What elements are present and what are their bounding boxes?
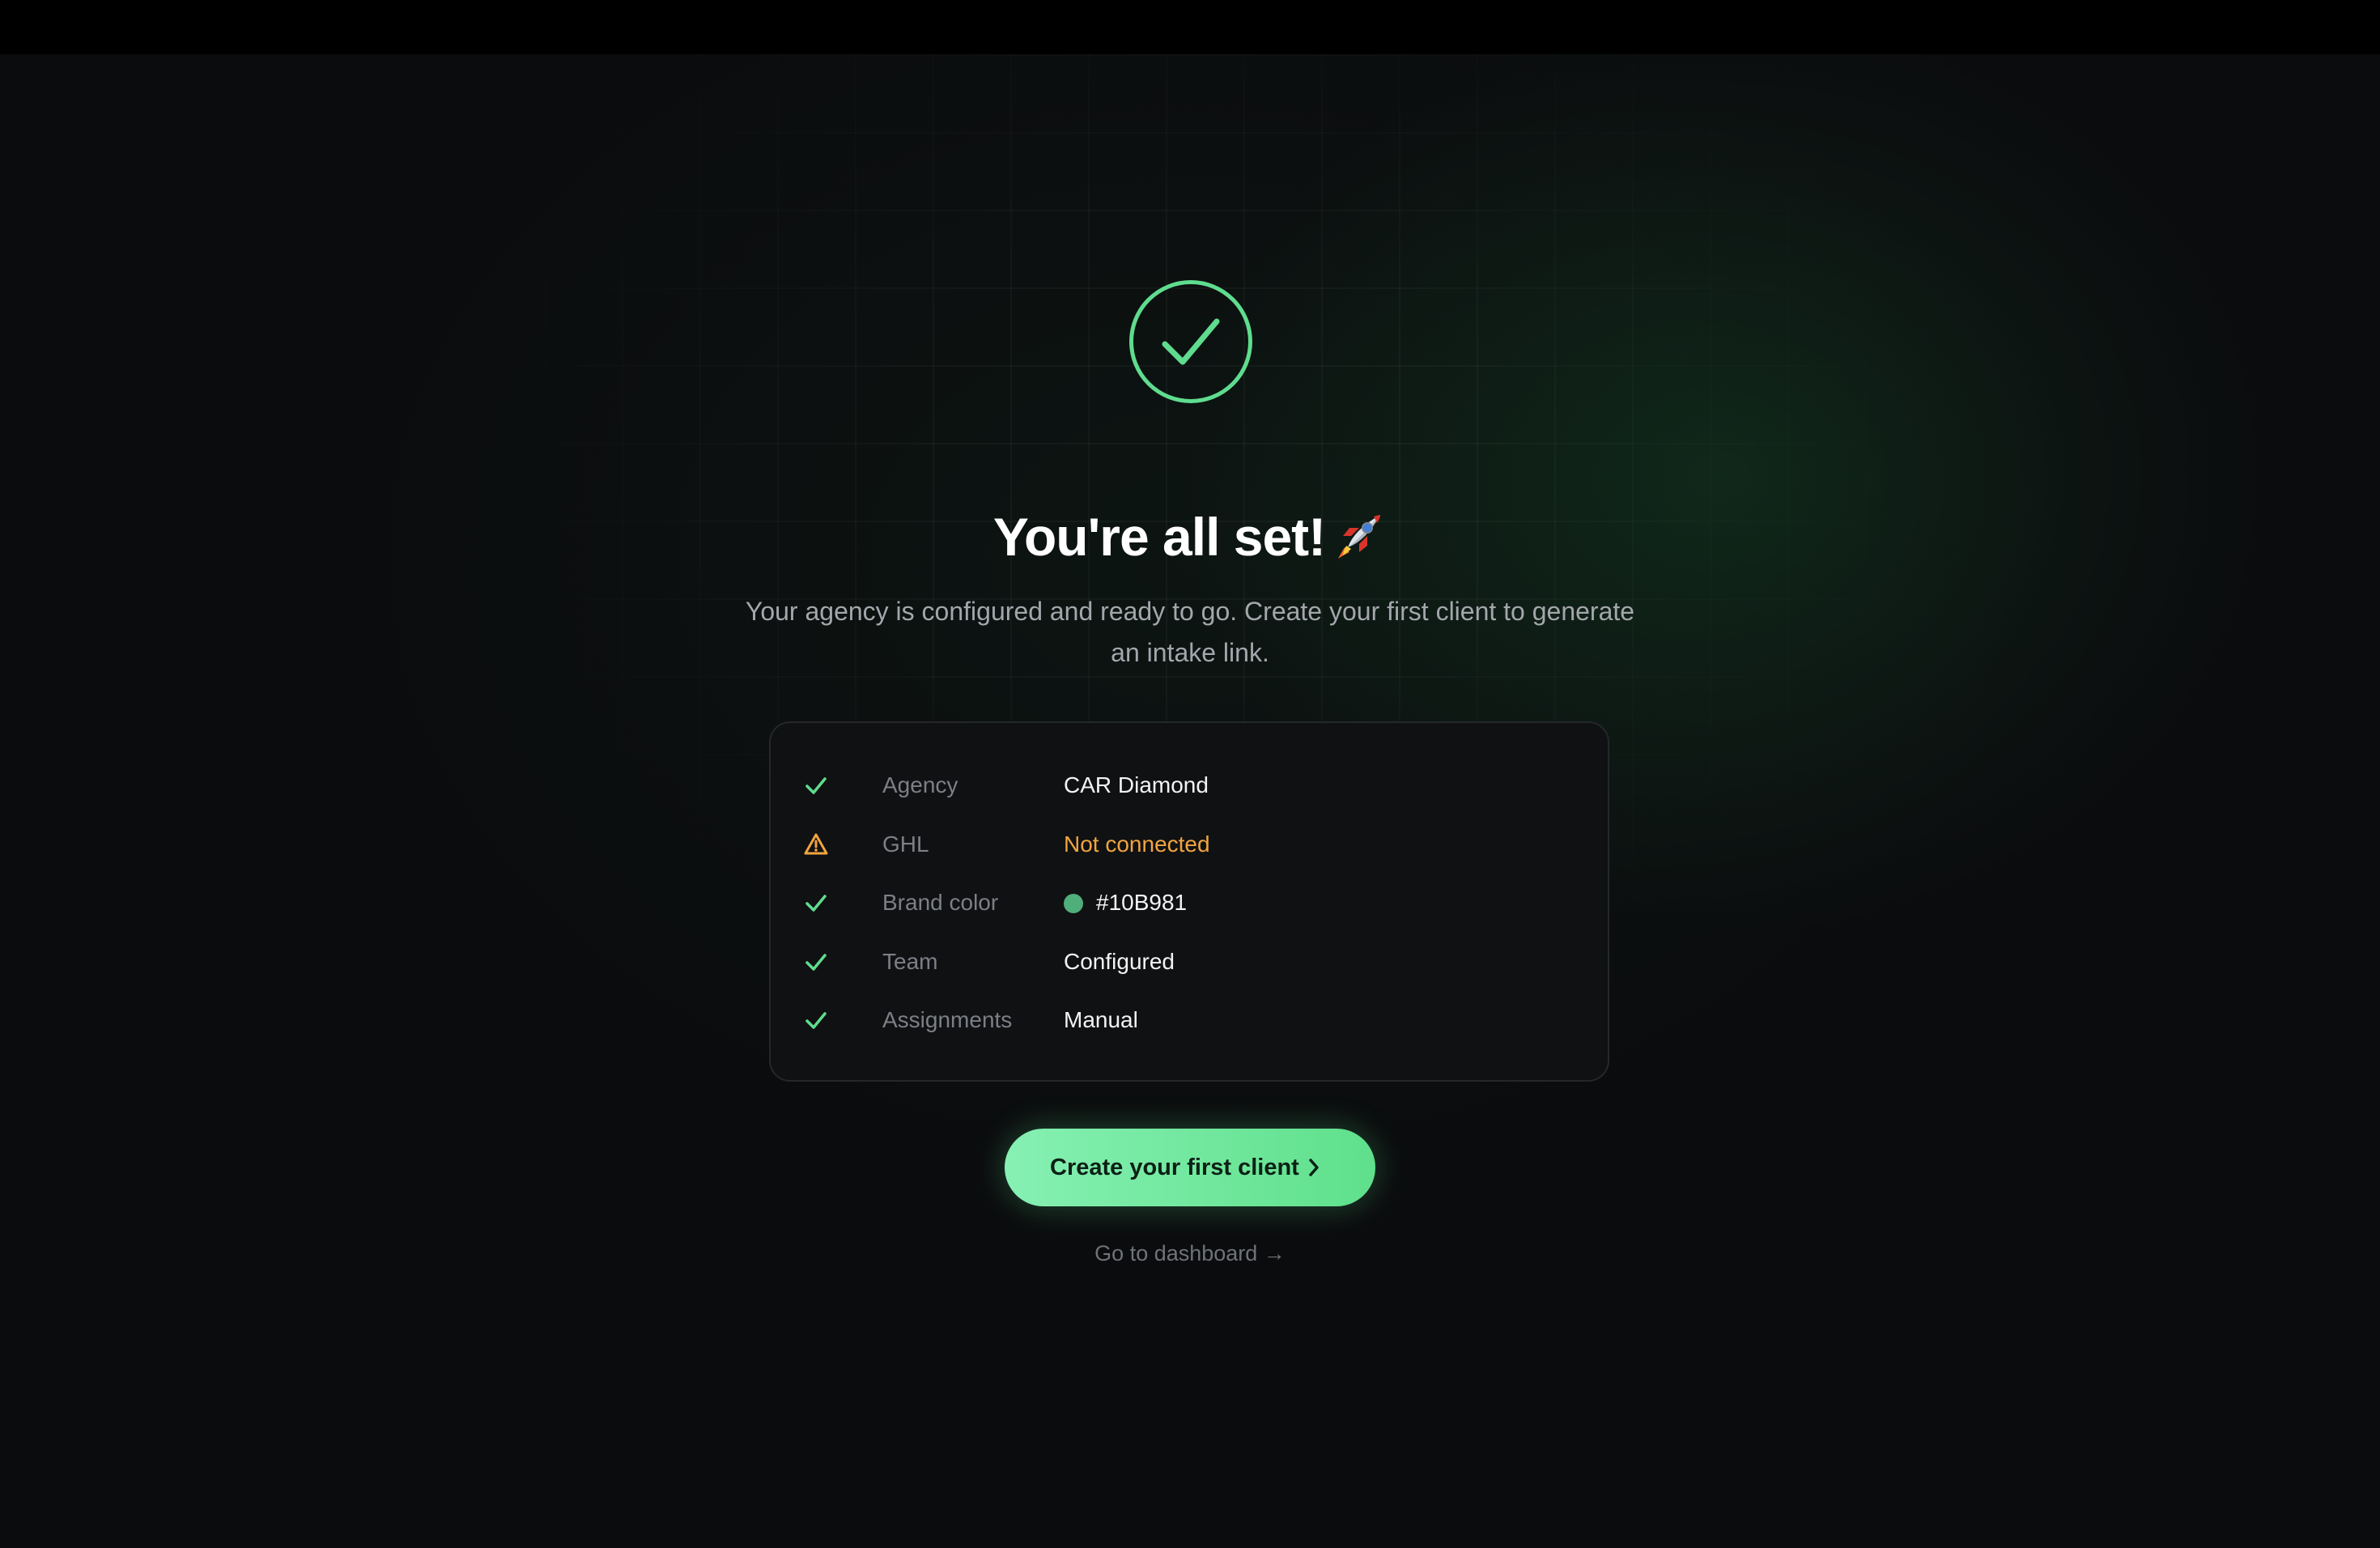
summary-row-team: Team Configured (803, 946, 1580, 978)
summary-value-warning: Not connected (1064, 831, 1210, 857)
check-icon (805, 954, 827, 971)
summary-label: Brand color (882, 890, 999, 915)
page-title: You're all set! (0, 500, 2380, 573)
check-icon (805, 1012, 827, 1029)
go-to-dashboard-link[interactable]: Go to dashboard → (0, 1237, 2380, 1269)
summary-row-ghl: GHL Not connected (803, 828, 1580, 861)
page-subtitle: Your agency is configured and ready to g… (745, 597, 1635, 667)
warning-triangle-icon (804, 833, 828, 855)
summary-label: Assignments (882, 1007, 1013, 1032)
check-circle-icon (1129, 280, 1252, 403)
summary-row-agency: Agency CAR Diamond (803, 769, 1580, 802)
check-icon (805, 895, 827, 912)
summary-row-assignments: Assignments Manual (803, 1004, 1580, 1036)
summary-row-brand-color: Brand color #10B981 (803, 887, 1580, 919)
create-first-client-label: Create your first client (1050, 1155, 1299, 1180)
page-title-text: You're all set! (992, 507, 1326, 567)
create-first-client-button[interactable]: Create your first client (1005, 1129, 1375, 1206)
setup-summary-card: Agency CAR Diamond GHL Not connected Bra… (769, 721, 1609, 1082)
summary-value: Configured (1064, 949, 1175, 974)
summary-value: CAR Diamond (1064, 772, 1209, 797)
rocket-emoji-icon (1333, 507, 1387, 560)
brand-color-swatch (1064, 894, 1083, 913)
browser-top-bar (0, 0, 2380, 54)
check-icon (805, 777, 827, 794)
summary-label: Team (882, 949, 938, 974)
summary-value: #10B981 (1096, 890, 1188, 915)
chevron-right-icon (1309, 1159, 1319, 1176)
summary-label: GHL (882, 831, 929, 857)
summary-value: Manual (1064, 1007, 1138, 1032)
summary-label: Agency (882, 772, 958, 797)
